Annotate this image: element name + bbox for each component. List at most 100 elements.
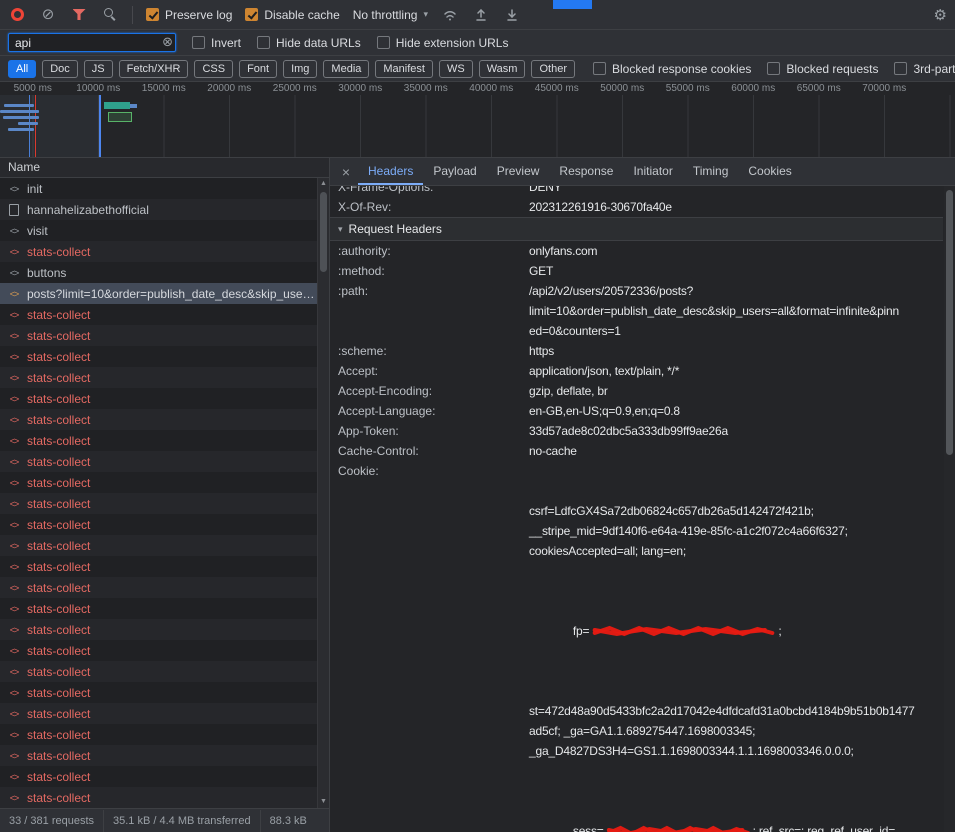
- preserve-log-label: Preserve log: [165, 8, 232, 22]
- network-request-row[interactable]: buttons: [0, 262, 317, 283]
- request-type-icon: [7, 688, 21, 698]
- filter-input[interactable]: [8, 33, 176, 52]
- chip-label: Other: [539, 63, 567, 75]
- request-type-icon: [7, 204, 21, 216]
- header-key: Accept:: [330, 361, 529, 381]
- hide-data-urls-checkbox[interactable]: Hide data URLs: [257, 36, 361, 50]
- type-filter-chip[interactable]: Img: [283, 60, 317, 78]
- overview-bars: [0, 95, 955, 157]
- network-request-row[interactable]: stats-collect: [0, 325, 317, 346]
- extra-filter-checkbox[interactable]: Blocked requests: [767, 62, 878, 76]
- type-filter-chip[interactable]: Wasm: [479, 60, 526, 78]
- extra-filter-checkbox[interactable]: Blocked response cookies: [593, 62, 751, 76]
- network-request-row[interactable]: init: [0, 178, 317, 199]
- network-request-row[interactable]: stats-collect: [0, 472, 317, 493]
- network-request-row[interactable]: stats-collect: [0, 619, 317, 640]
- detail-tab[interactable]: Response: [549, 158, 623, 185]
- detail-tab[interactable]: Headers: [358, 158, 423, 185]
- header-row: Accept: application/json, text/plain, */…: [330, 361, 943, 381]
- network-request-row[interactable]: stats-collect: [0, 577, 317, 598]
- scroll-down-arrow-icon[interactable]: ▼: [318, 796, 329, 808]
- throttling-dropdown[interactable]: No throttling ▾: [353, 8, 428, 22]
- network-request-row[interactable]: stats-collect: [0, 388, 317, 409]
- network-request-row[interactable]: hannahelizabethofficial: [0, 199, 317, 220]
- extra-filter-checkbox[interactable]: 3rd-party requests: [894, 62, 955, 76]
- redaction-scribble: [606, 825, 751, 832]
- scrollbar-thumb[interactable]: [946, 190, 953, 455]
- network-request-row[interactable]: stats-collect: [0, 304, 317, 325]
- type-filter-chip[interactable]: All: [8, 60, 36, 78]
- network-request-row[interactable]: stats-collect: [0, 409, 317, 430]
- type-filter-chip[interactable]: Font: [239, 60, 277, 78]
- type-filter-chip[interactable]: Other: [531, 60, 575, 78]
- timeline-tick-label: 40000 ms: [459, 82, 525, 95]
- type-filter-chip[interactable]: WS: [439, 60, 473, 78]
- network-request-row[interactable]: stats-collect: [0, 556, 317, 577]
- network-request-row[interactable]: stats-collect: [0, 514, 317, 535]
- network-request-row[interactable]: stats-collect: [0, 682, 317, 703]
- clear-button[interactable]: ⊘: [39, 6, 57, 24]
- filter-toggle-button[interactable]: [70, 6, 88, 24]
- detail-tab[interactable]: Cookies: [738, 158, 801, 185]
- network-filter-bar: ⊗ Invert Hide data URLs Hide extension U…: [0, 30, 955, 56]
- detail-scrollbar[interactable]: [944, 186, 955, 832]
- network-request-row[interactable]: stats-collect: [0, 346, 317, 367]
- type-filter-chip[interactable]: JS: [84, 60, 113, 78]
- network-request-row[interactable]: stats-collect: [0, 241, 317, 262]
- network-request-row[interactable]: visit: [0, 220, 317, 241]
- preserve-log-checkbox[interactable]: Preserve log: [146, 8, 232, 22]
- type-filter-chip[interactable]: Doc: [42, 60, 78, 78]
- request-name: stats-collect: [27, 728, 317, 742]
- export-har-button[interactable]: [503, 6, 521, 24]
- type-filter-chip[interactable]: Manifest: [375, 60, 433, 78]
- detail-tab[interactable]: Timing: [683, 158, 739, 185]
- header-key: X-Frame-Options:: [330, 186, 529, 197]
- network-request-row[interactable]: stats-collect: [0, 703, 317, 724]
- scroll-up-arrow-icon[interactable]: ▲: [318, 178, 329, 190]
- request-list-scrollbar[interactable]: ▲ ▼: [317, 178, 329, 808]
- network-request-row[interactable]: stats-collect: [0, 766, 317, 787]
- network-request-row[interactable]: stats-collect: [0, 493, 317, 514]
- name-column-header[interactable]: Name: [0, 158, 329, 178]
- record-button[interactable]: [8, 6, 26, 24]
- type-filter-chip[interactable]: Media: [323, 60, 369, 78]
- network-request-row[interactable]: stats-collect: [0, 640, 317, 661]
- network-conditions-button[interactable]: [441, 6, 459, 24]
- request-type-icon: [7, 331, 21, 341]
- hide-extension-urls-checkbox[interactable]: Hide extension URLs: [377, 36, 509, 50]
- request-list: init hannahelizabethofficial visit stats…: [0, 178, 329, 808]
- headers-content: X-Frame-Options: DENY X-Of-Rev: 20231226…: [330, 186, 955, 832]
- network-overview-strip[interactable]: 5000 ms10000 ms15000 ms20000 ms25000 ms3…: [0, 82, 955, 158]
- network-request-row[interactable]: stats-collect: [0, 661, 317, 682]
- disable-cache-checkbox[interactable]: Disable cache: [245, 8, 339, 22]
- request-headers-section-header[interactable]: ▾ Request Headers: [330, 217, 943, 241]
- network-request-row[interactable]: stats-collect: [0, 724, 317, 745]
- settings-gear-button[interactable]: ⚙: [934, 6, 947, 24]
- search-button[interactable]: [101, 6, 119, 24]
- network-request-row[interactable]: posts?limit=10&order=publish_date_desc&s…: [0, 283, 317, 304]
- network-request-row[interactable]: stats-collect: [0, 745, 317, 766]
- network-toolbar: ⊘ Preserve log Disable cache No throttli…: [0, 0, 955, 30]
- request-name: stats-collect: [27, 623, 317, 637]
- type-filter-chip[interactable]: Fetch/XHR: [119, 60, 189, 78]
- request-name: stats-collect: [27, 497, 317, 511]
- close-icon[interactable]: ×: [334, 158, 358, 185]
- detail-tab[interactable]: Initiator: [623, 158, 682, 185]
- tab-label: Headers: [368, 164, 413, 178]
- network-request-row[interactable]: stats-collect: [0, 430, 317, 451]
- type-filter-chip[interactable]: CSS: [194, 60, 233, 78]
- scrollbar-thumb[interactable]: [320, 192, 327, 272]
- network-request-row[interactable]: stats-collect: [0, 535, 317, 556]
- filter-input-wrap: ⊗: [8, 33, 176, 52]
- invert-checkbox[interactable]: Invert: [192, 36, 241, 50]
- header-value: /api2/v2/users/20572336/posts? limit=10&…: [529, 281, 943, 341]
- timeline-tick-label: 50000 ms: [590, 82, 656, 95]
- network-request-row[interactable]: stats-collect: [0, 451, 317, 472]
- detail-tab[interactable]: Preview: [487, 158, 550, 185]
- filter-clear-icon[interactable]: ⊗: [162, 34, 173, 50]
- network-request-row[interactable]: stats-collect: [0, 367, 317, 388]
- network-request-row[interactable]: stats-collect: [0, 598, 317, 619]
- import-har-button[interactable]: [472, 6, 490, 24]
- detail-tab[interactable]: Payload: [423, 158, 486, 185]
- network-request-row[interactable]: stats-collect: [0, 787, 317, 808]
